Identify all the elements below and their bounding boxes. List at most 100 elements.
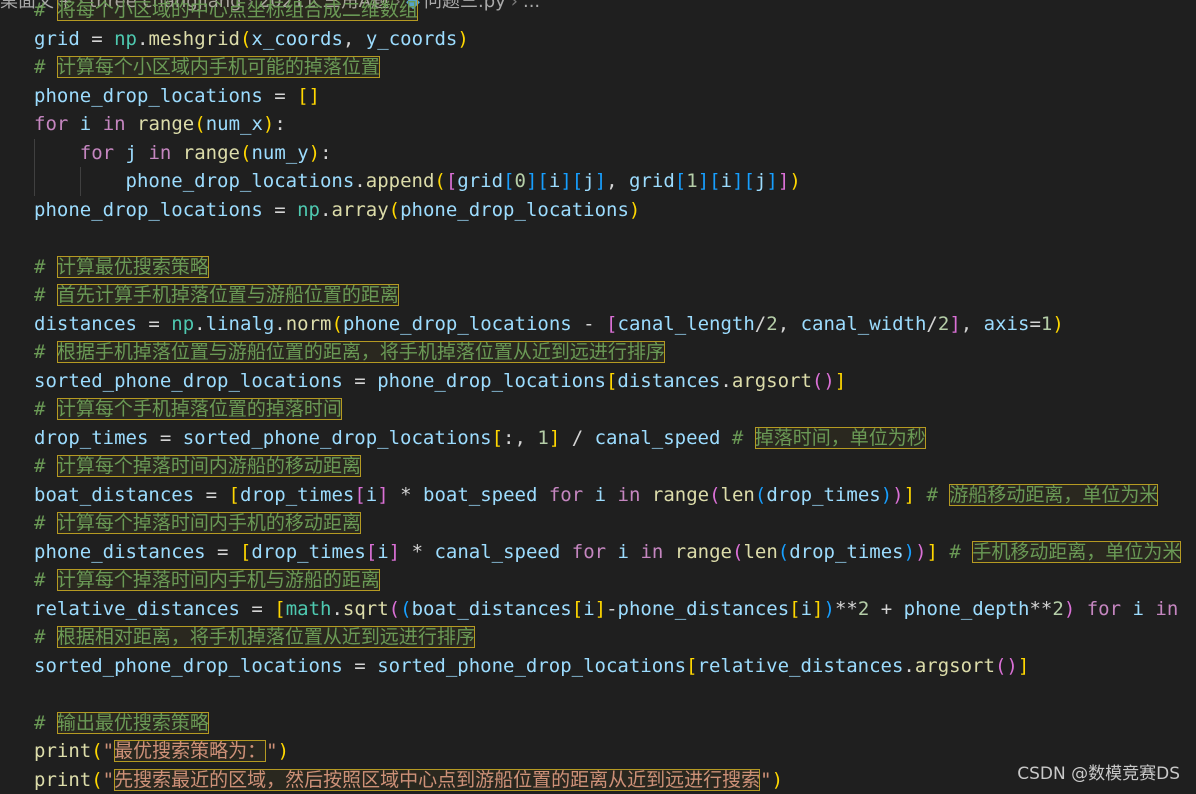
code-token: ( bbox=[194, 113, 206, 135]
code-token: - bbox=[606, 597, 618, 620]
code-token: range bbox=[674, 540, 732, 563]
code-token: " bbox=[102, 768, 115, 791]
code-token: . bbox=[720, 369, 732, 392]
code-token: drop_times bbox=[251, 540, 366, 563]
code-token: ( bbox=[240, 141, 252, 164]
code-line[interactable]: # 计算每个掉落时间内手机的移动距离 bbox=[34, 509, 361, 537]
code-token: i bbox=[548, 170, 561, 192]
code-token: = bbox=[194, 483, 229, 506]
code-token: norm bbox=[285, 312, 332, 335]
breadcrumb-item[interactable]: ... bbox=[523, 0, 540, 12]
code-line[interactable]: print("先搜索最近的区域，然后按照区域中心点到游船位置的距离从近到远进行搜… bbox=[34, 766, 783, 794]
highlighted-comment: 根据相对距离，将手机掉落位置从近到远进行排序 bbox=[56, 626, 475, 648]
code-token: 2 bbox=[857, 597, 870, 620]
code-line[interactable]: phone_distances = [drop_times[i] * canal… bbox=[34, 538, 1182, 566]
code-line[interactable]: drop_times = sorted_phone_drop_locations… bbox=[34, 424, 926, 452]
code-token: :, bbox=[503, 426, 538, 449]
code-line[interactable]: for i in range(num_x): bbox=[34, 110, 286, 138]
code-token: : bbox=[320, 141, 332, 164]
csdn-watermark: CSDN @数模竞赛DS bbox=[1017, 764, 1180, 784]
code-token: distances bbox=[34, 312, 137, 335]
code-line[interactable]: relative_distances = [math.sqrt((boat_di… bbox=[34, 595, 1178, 623]
code-token: i bbox=[617, 540, 629, 563]
code-token: ) bbox=[457, 27, 469, 50]
code-token: for bbox=[34, 113, 69, 135]
code-token: ( bbox=[331, 312, 343, 335]
code-line[interactable]: # 计算每个手机掉落位置的掉落时间 bbox=[34, 395, 342, 423]
code-token: 2 bbox=[766, 312, 778, 335]
code-token: ) bbox=[262, 113, 275, 135]
code-token: [ bbox=[674, 170, 687, 192]
code-token: # bbox=[949, 540, 973, 563]
code-token: [ bbox=[743, 170, 755, 192]
code-token: for bbox=[1086, 597, 1122, 620]
code-token: ( bbox=[388, 597, 401, 620]
code-token: i bbox=[79, 113, 92, 135]
code-line[interactable]: # 计算最优搜索策略 bbox=[34, 253, 209, 281]
code-token: / bbox=[926, 312, 938, 335]
code-token: * bbox=[400, 540, 435, 563]
code-token: ] bbox=[926, 540, 938, 563]
code-line[interactable]: # 输出最优搜索策略 bbox=[34, 709, 209, 737]
code-line[interactable]: phone_drop_locations = [] bbox=[34, 82, 320, 110]
code-token: # bbox=[34, 512, 57, 534]
code-token: + bbox=[869, 597, 904, 620]
code-token: # bbox=[34, 626, 57, 648]
code-line[interactable]: print("最优搜索策略为：") bbox=[34, 737, 289, 765]
code-token: ] bbox=[377, 483, 389, 506]
code-line[interactable]: # 计算每个掉落时间内手机与游船的距离 bbox=[34, 566, 380, 594]
code-token: = bbox=[262, 198, 298, 221]
code-line[interactable]: boat_distances = [drop_times[i] * boat_s… bbox=[34, 481, 1159, 509]
code-token: = bbox=[1029, 312, 1041, 335]
code-token: sqrt bbox=[342, 597, 389, 620]
code-token: np bbox=[114, 27, 137, 50]
code-token: ( bbox=[91, 740, 103, 762]
highlighted-comment: 计算每个掉落时间内手机的移动距离 bbox=[56, 512, 361, 534]
code-token: ] bbox=[388, 540, 401, 563]
code-token: canal_length bbox=[617, 312, 755, 335]
code-token: drop_times bbox=[239, 483, 355, 506]
code-token: np bbox=[171, 312, 195, 335]
code-token: ( bbox=[777, 540, 790, 563]
code-token: array bbox=[331, 198, 389, 221]
code-line[interactable]: grid = np.meshgrid(x_coords, y_coords) bbox=[34, 25, 469, 53]
code-token: for bbox=[548, 483, 584, 506]
code-line[interactable]: sorted_phone_drop_locations = sorted_pho… bbox=[34, 652, 1029, 680]
code-token: ] bbox=[732, 170, 744, 192]
code-token: i bbox=[800, 597, 813, 620]
code-line[interactable]: # 将每个小区域的中心点坐标组合成二维数组 bbox=[34, 0, 418, 24]
code-token: sorted_phone_drop_locations bbox=[182, 426, 492, 449]
code-token: canal_width bbox=[800, 312, 927, 335]
code-token: axis bbox=[983, 312, 1030, 335]
code-token: phone_drop_locations bbox=[377, 369, 606, 392]
code-line[interactable]: phone_drop_locations.append([grid[0][i][… bbox=[34, 167, 801, 195]
code-token: ] bbox=[548, 426, 561, 449]
code-token: in bbox=[617, 483, 641, 506]
code-token: phone_depth bbox=[903, 597, 1030, 620]
code-line[interactable]: for j in range(num_y): bbox=[34, 139, 332, 167]
code-token: ) bbox=[903, 540, 916, 563]
code-token: = bbox=[148, 426, 183, 449]
code-token: () bbox=[811, 369, 835, 392]
code-token: phone_drop_locations bbox=[342, 312, 572, 335]
code-token: np bbox=[297, 198, 320, 221]
code-line[interactable]: sorted_phone_drop_locations = phone_drop… bbox=[34, 367, 846, 395]
code-token: linalg bbox=[205, 312, 275, 335]
code-token: y_coords bbox=[365, 27, 458, 50]
code-line[interactable]: # 根据手机掉落位置与游船位置的距离，将手机掉落位置从近到远进行排序 bbox=[34, 338, 665, 366]
code-line[interactable]: # 首先计算手机掉落位置与游船位置的距离 bbox=[34, 281, 399, 309]
code-line[interactable]: # 根据相对距离，将手机掉落位置从近到远进行排序 bbox=[34, 623, 475, 651]
code-line[interactable]: # 计算每个掉落时间内游船的移动距离 bbox=[34, 452, 361, 480]
code-token: # bbox=[34, 569, 57, 591]
code-line[interactable]: phone_drop_locations = np.array(phone_dr… bbox=[34, 196, 640, 224]
code-line[interactable]: distances = np.linalg.norm(phone_drop_lo… bbox=[34, 310, 1064, 338]
breadcrumb-item[interactable]: 问题三.py bbox=[424, 0, 506, 12]
code-token: ] bbox=[560, 170, 572, 192]
code-token: [] bbox=[297, 84, 320, 107]
code-token: . bbox=[274, 312, 286, 335]
code-line[interactable]: # 计算每个小区域内手机可能的掉落位置 bbox=[34, 53, 380, 81]
